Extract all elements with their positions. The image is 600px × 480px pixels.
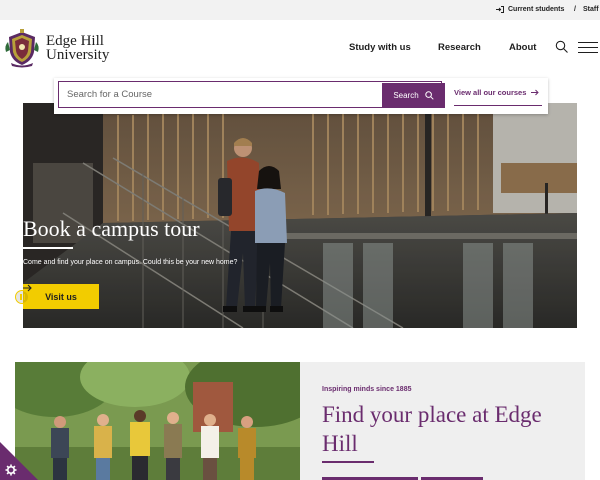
staff-link[interactable]: Staff: [583, 6, 599, 13]
crest-icon: [5, 29, 39, 68]
cookie-settings-icon[interactable]: [0, 442, 38, 480]
promo-title: Find your place at Edge Hill: [322, 402, 542, 456]
menu-line: [578, 52, 598, 53]
view-all-courses-link[interactable]: View all our courses: [454, 88, 540, 97]
hamburger-menu-icon[interactable]: [578, 42, 598, 54]
hero-title: Book a campus tour: [23, 216, 200, 241]
course-search-input[interactable]: [67, 82, 367, 107]
visit-us-button[interactable]: Visit us: [23, 284, 99, 309]
menu-line: [578, 42, 598, 43]
hero-title-rule: [23, 247, 73, 249]
visit-us-label: Visit us: [45, 291, 77, 302]
search-icon: [424, 91, 434, 100]
students-photo: [15, 362, 300, 480]
logo-line-2: University: [46, 47, 110, 63]
university-logo[interactable]: Edge Hill University: [2, 28, 109, 68]
page: Current students / Staff Edge Hill Unive…: [0, 0, 600, 480]
promo-panel: Inspiring minds since 1885 Find your pla…: [300, 362, 585, 480]
utility-bar: Current students / Staff: [0, 0, 600, 20]
logo-wordmark: Edge Hill University: [46, 33, 110, 63]
course-search-field: Search: [58, 81, 445, 108]
nav-study-with-us[interactable]: Study with us: [349, 42, 411, 53]
utility-separator: /: [574, 6, 576, 13]
course-search-button[interactable]: Search: [382, 83, 445, 108]
staff-label: Staff: [583, 6, 599, 13]
search-button-label: Search: [393, 91, 419, 100]
current-students-label: Current students: [508, 6, 565, 13]
search-icon[interactable]: [555, 40, 569, 54]
view-all-underline: [454, 105, 542, 106]
nav-about[interactable]: About: [509, 42, 536, 53]
nav-research[interactable]: Research: [438, 42, 481, 53]
site-header: Edge Hill University Study with us Resea…: [0, 20, 600, 80]
hero-subtitle: Come and find your place on campus. Coul…: [23, 259, 238, 266]
menu-line: [578, 47, 598, 48]
login-icon: [496, 6, 504, 13]
view-all-courses-label: View all our courses: [454, 88, 527, 97]
promo-eyebrow: Inspiring minds since 1885: [322, 386, 412, 393]
hero-banner: Book a campus tour Come and find your pl…: [23, 103, 577, 328]
logo-line-1: Edge Hill: [46, 33, 104, 49]
pause-bar: [23, 294, 25, 300]
current-students-link[interactable]: Current students: [496, 6, 564, 13]
pause-bar: [20, 294, 22, 300]
pause-icon[interactable]: [15, 290, 29, 304]
arrow-right-icon: [531, 89, 540, 96]
course-search-bar: Search View all our courses: [54, 78, 548, 114]
promo-title-rule: [322, 461, 374, 463]
